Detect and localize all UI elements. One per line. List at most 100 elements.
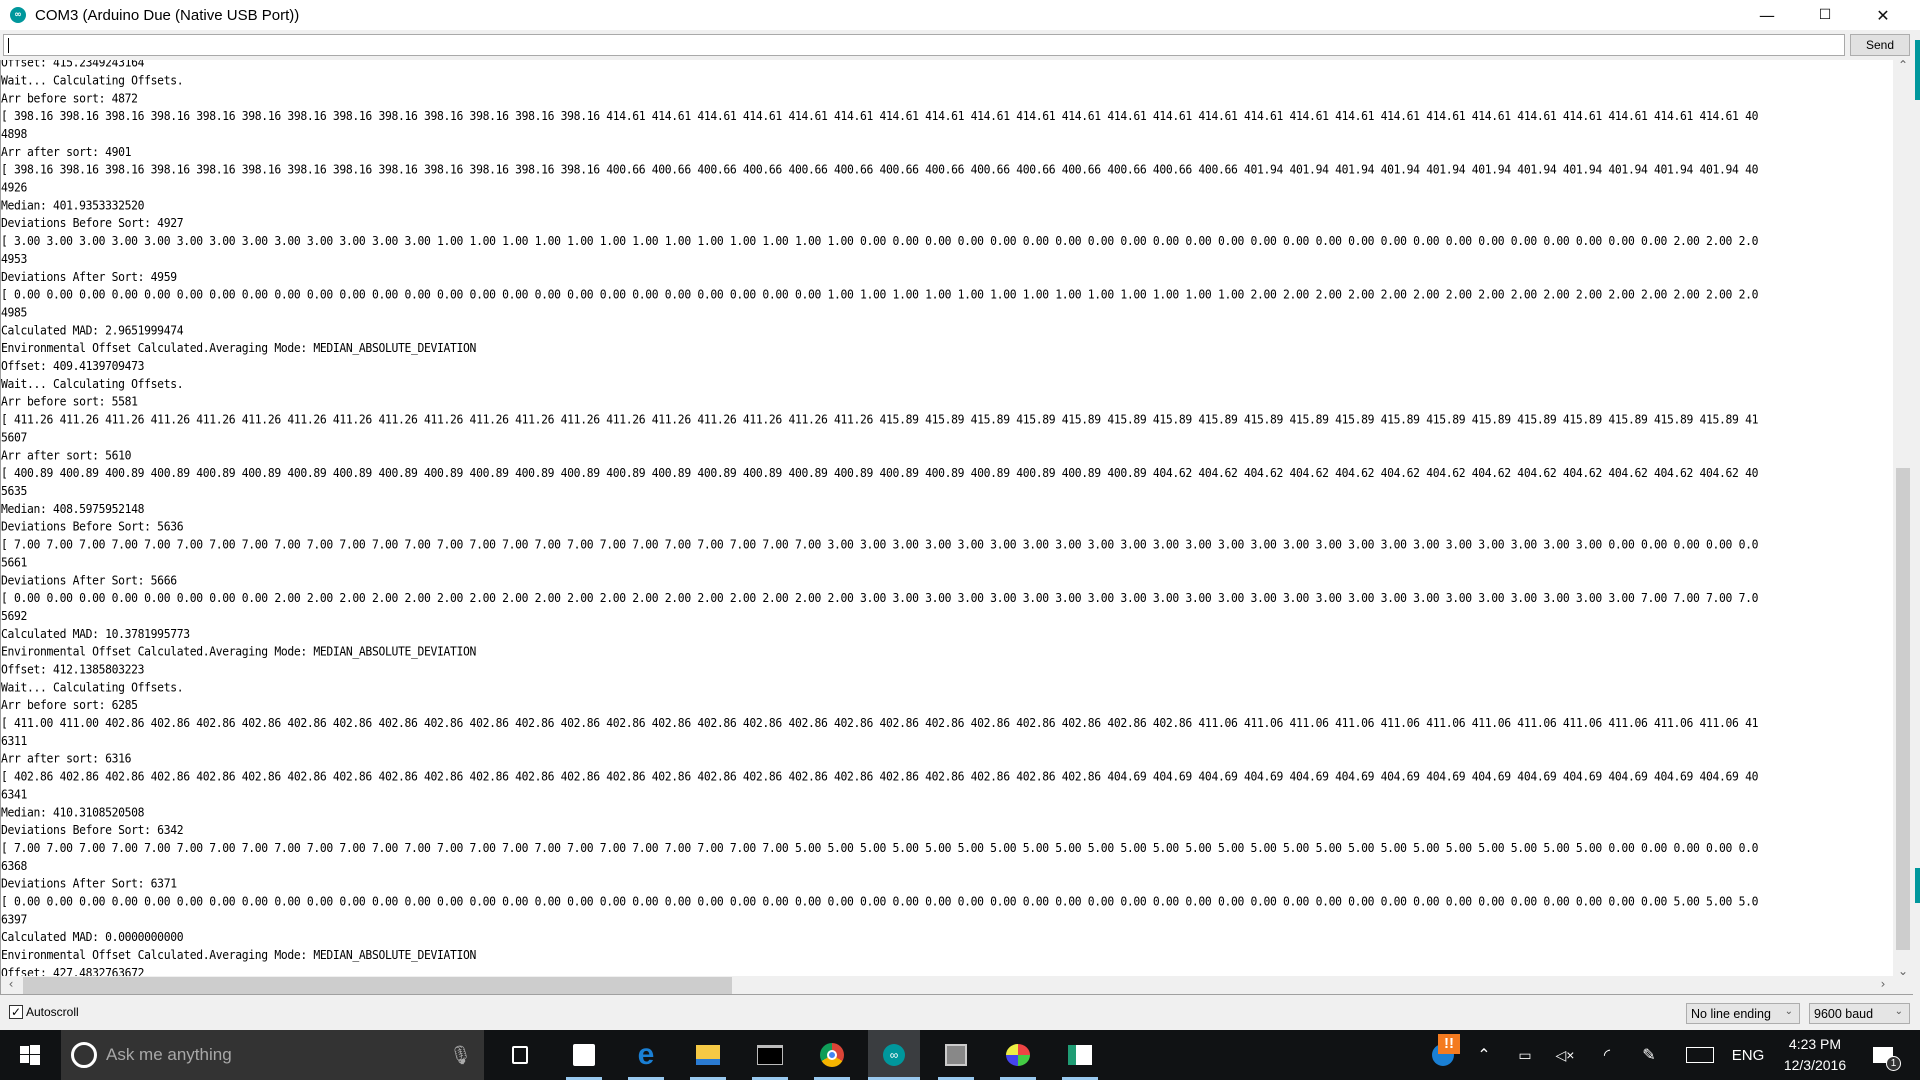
clock-date: 12/3/2016 — [1783, 1057, 1847, 1073]
serial-line: Arr after sort: 5610 — [1, 447, 132, 463]
serial-line: 4926 — [1, 180, 28, 195]
serial-line: 5635 — [1, 483, 28, 499]
vertical-scrollbar[interactable]: ⌃ ⌄ — [1893, 58, 1913, 978]
task-view-icon — [512, 1046, 528, 1064]
serial-line: Median: 408.5975952148 — [1, 501, 145, 516]
serial-line: 5692 — [1, 608, 28, 624]
serial-line: 6368 — [1, 858, 28, 873]
serial-line: Deviations After Sort: 5666 — [1, 572, 177, 588]
serial-line: Deviations After Sort: 6371 — [1, 876, 177, 891]
serial-line: [ 7.00 7.00 7.00 7.00 7.00 7.00 7.00 7.0… — [1, 537, 1759, 552]
store-icon — [573, 1044, 595, 1066]
autoscroll-label: Autoscroll — [26, 1005, 79, 1019]
arduino-icon: ∞ — [883, 1044, 905, 1066]
serial-line: Arr after sort: 6316 — [1, 751, 132, 766]
serial-line: Arr before sort: 5581 — [1, 394, 138, 409]
serial-line: Arr after sort: 4901 — [1, 144, 132, 159]
horizontal-scrollbar[interactable]: ‹ › — [0, 976, 1913, 995]
edge-icon: e — [637, 1038, 655, 1071]
serial-line: Deviations After Sort: 4959 — [1, 269, 177, 284]
maximize-button[interactable]: ☐ — [1796, 0, 1854, 30]
arduino-icon: ∞ — [10, 7, 26, 23]
pen-icon[interactable]: ✎ — [1636, 1030, 1662, 1080]
taskbar-chrome[interactable] — [808, 1030, 856, 1080]
vertical-scroll-thumb[interactable] — [1896, 468, 1910, 950]
scroll-right-arrow-icon[interactable]: › — [1873, 977, 1893, 991]
clock-time: 4:23 PM — [1788, 1036, 1842, 1052]
window-title: COM3 (Arduino Due (Native USB Port)) — [35, 6, 300, 24]
serial-output[interactable]: Offset: 415.2349243164 Wait... Calculatin… — [0, 60, 1893, 976]
serial-line: 5661 — [1, 554, 28, 570]
taskbar-window-app[interactable] — [1056, 1030, 1104, 1080]
serial-line: 6397 — [1, 911, 28, 927]
serial-line: Offset: 412.1385803223 — [1, 661, 145, 677]
cortana-search-box[interactable]: Ask me anything 🎙 — [61, 1030, 484, 1080]
cortana-icon — [71, 1042, 97, 1068]
checkmark-icon[interactable]: ✓ — [9, 1005, 23, 1019]
serial-line: Arr before sort: 4872 — [1, 90, 138, 106]
wifi-icon[interactable]: ◜ — [1594, 1030, 1620, 1080]
serial-line: [ 398.16 398.16 398.16 398.16 398.16 398… — [1, 108, 1759, 124]
send-button[interactable]: Send — [1850, 34, 1910, 56]
text-caret — [8, 38, 9, 53]
touch-keyboard-icon[interactable] — [1684, 1030, 1716, 1080]
serial-line: Environmental Offset Calculated.Averagin… — [1, 947, 477, 963]
scroll-left-arrow-icon[interactable]: ‹ — [1, 977, 21, 991]
microphone-icon[interactable]: 🎙 — [449, 1045, 472, 1066]
background-window-edge — [1913, 30, 1920, 1030]
clock[interactable]: 4:23 PM 12/3/2016 — [1780, 1034, 1850, 1076]
serial-line: 6341 — [1, 786, 28, 802]
language-indicator[interactable]: ENG — [1732, 1030, 1765, 1080]
notification-icon: 1 — [1873, 1047, 1901, 1071]
serial-line: Wait... Calculating Offsets. — [1, 679, 184, 695]
minimize-button[interactable]: — — [1738, 0, 1796, 30]
send-row: Send — [0, 30, 1920, 60]
window-app-icon — [1068, 1045, 1092, 1065]
taskbar-edge[interactable]: e — [622, 1030, 670, 1080]
app-icon — [945, 1044, 967, 1066]
baud-rate-value: 9600 baud — [1814, 1006, 1874, 1021]
serial-line: 4985 — [1, 304, 28, 320]
taskbar-store[interactable] — [560, 1030, 608, 1080]
serial-line: Environmental Offset Calculated.Averagin… — [1, 340, 477, 356]
taskbar-command-prompt[interactable] — [746, 1030, 794, 1080]
serial-line: Offset: 427.4832763672 — [1, 965, 145, 976]
paint-icon — [1006, 1044, 1030, 1066]
serial-line: [ 402.86 402.86 402.86 402.86 402.86 402… — [1, 769, 1759, 784]
alert-badge-icon: !! — [1432, 1034, 1460, 1066]
serial-line: 4898 — [1, 126, 28, 142]
line-ending-select[interactable]: No line ending ⌄ — [1686, 1003, 1800, 1024]
serial-line: [ 0.00 0.00 0.00 0.00 0.00 0.00 0.00 0.0… — [1, 287, 1759, 302]
serial-line: [ 400.89 400.89 400.89 400.89 400.89 400… — [1, 465, 1759, 481]
scroll-up-arrow-icon[interactable]: ⌃ — [1893, 58, 1913, 72]
taskbar-file-explorer[interactable] — [684, 1030, 732, 1080]
show-hidden-icons-chevron-icon[interactable]: ⌃ — [1472, 1030, 1496, 1080]
action-center-button[interactable]: 1 — [1866, 1030, 1901, 1080]
tray-alert-app[interactable]: !! — [1426, 1030, 1460, 1080]
serial-line: 6311 — [1, 733, 28, 749]
serial-send-input[interactable] — [3, 34, 1845, 56]
taskbar-arduino[interactable]: ∞ — [868, 1030, 920, 1080]
serial-line: [ 411.00 411.00 402.86 402.86 402.86 402… — [1, 715, 1759, 731]
taskbar-app[interactable] — [932, 1030, 980, 1080]
baud-rate-select[interactable]: 9600 baud ⌄ — [1809, 1003, 1910, 1024]
start-button[interactable] — [0, 1030, 60, 1080]
chrome-icon — [820, 1043, 844, 1067]
task-view-button[interactable] — [498, 1030, 542, 1080]
serial-line: Median: 401.9353332520 — [1, 197, 145, 213]
windows-logo-icon — [20, 1045, 40, 1065]
serial-line: 5607 — [1, 429, 28, 445]
serial-line: [ 411.26 411.26 411.26 411.26 411.26 411… — [1, 412, 1759, 427]
autoscroll-checkbox[interactable]: ✓ Autoscroll — [9, 1005, 79, 1019]
serial-line: Deviations Before Sort: 4927 — [1, 215, 184, 231]
serial-line: Environmental Offset Calculated.Averagin… — [1, 644, 477, 659]
taskbar-paint[interactable] — [994, 1030, 1042, 1080]
horizontal-scroll-thumb[interactable] — [23, 977, 732, 994]
serial-line: [ 398.16 398.16 398.16 398.16 398.16 398… — [1, 162, 1759, 177]
close-button[interactable]: ✕ — [1854, 0, 1912, 30]
speaker-muted-icon[interactable]: ◁× — [1552, 1030, 1578, 1080]
battery-icon[interactable]: ▭ — [1512, 1030, 1538, 1080]
serial-line: Wait... Calculating Offsets. — [1, 72, 184, 88]
serial-line: Wait... Calculating Offsets. — [1, 376, 184, 392]
title-bar: ∞ COM3 (Arduino Due (Native USB Port)) —… — [0, 0, 1920, 30]
